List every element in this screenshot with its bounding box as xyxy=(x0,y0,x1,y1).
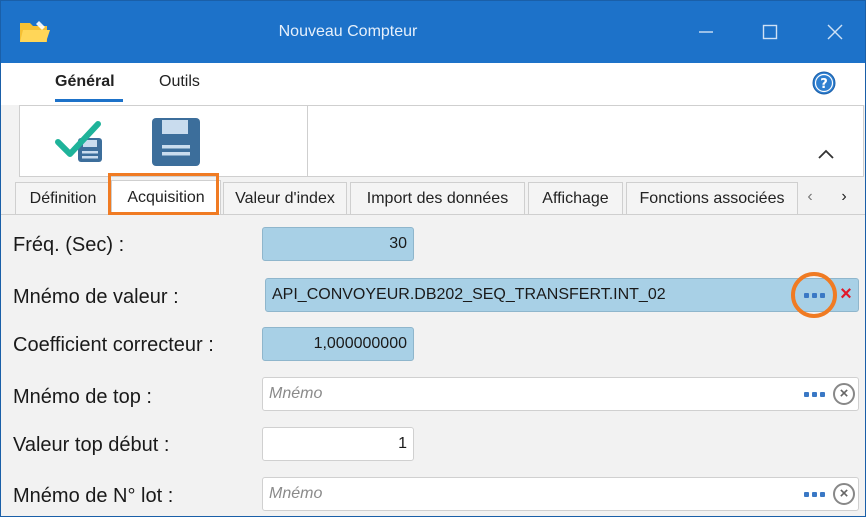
tab-definition[interactable]: Définition xyxy=(15,182,111,214)
save-button[interactable] xyxy=(146,112,206,172)
ribbon-tab-outils[interactable]: Outils xyxy=(159,73,200,91)
mnemo-top-label: Mnémo de top : xyxy=(13,386,152,408)
ribbon-separator xyxy=(307,106,308,176)
tab-affichage[interactable]: Affichage xyxy=(528,182,623,214)
freq-label: Fréq. (Sec) : xyxy=(13,234,125,256)
mnemo-valeur-input[interactable]: API_CONVOYEUR.DB202_SEQ_TRANSFERT.INT_02 xyxy=(265,278,859,312)
tab-valeur-index[interactable]: Valeur d'index xyxy=(223,182,347,214)
coefficient-label: Coefficient correcteur : xyxy=(13,334,214,356)
counter-window: Nouveau Compteur Général Outils ? Défini… xyxy=(0,0,866,517)
validate-button[interactable] xyxy=(50,112,110,172)
minimize-button[interactable] xyxy=(674,1,738,63)
ribbon-panel xyxy=(19,105,864,177)
freq-input[interactable]: 30 xyxy=(262,227,414,261)
valeur-top-input[interactable]: 1 xyxy=(262,427,414,461)
ribbon-tab-bar: Général Outils xyxy=(1,63,865,105)
mnemo-lot-input[interactable]: Mnémo xyxy=(262,477,859,511)
save-floppy-icon xyxy=(152,118,200,166)
active-tab-underline xyxy=(55,99,123,102)
acquisition-form xyxy=(1,215,865,516)
acquisition-tab-highlight xyxy=(108,173,219,215)
mnemo-lot-label: Mnémo de N° lot : xyxy=(13,485,174,507)
tab-scroll-right-icon[interactable]: › xyxy=(834,183,854,211)
maximize-icon xyxy=(762,24,778,40)
validate-check-icon xyxy=(55,121,102,162)
help-icon[interactable]: ? xyxy=(812,71,836,95)
mnemo-valeur-clear-icon[interactable]: × xyxy=(837,283,855,305)
close-icon xyxy=(827,24,843,40)
title-bar: Nouveau Compteur xyxy=(1,1,865,63)
maximize-button[interactable] xyxy=(738,1,802,63)
tab-scroll-left-icon[interactable]: ‹ xyxy=(800,183,820,211)
minimize-icon xyxy=(699,31,713,33)
mnemo-lot-browse-icon[interactable] xyxy=(801,484,827,504)
ribbon-collapse-button[interactable] xyxy=(812,142,840,166)
mnemo-lot-clear-icon[interactable]: × xyxy=(833,483,855,505)
window-title: Nouveau Compteur xyxy=(278,23,418,40)
ribbon-tab-general[interactable]: Général xyxy=(55,73,115,91)
mnemo-lot-placeholder: Mnémo xyxy=(269,485,323,502)
valeur-top-label: Valeur top début : xyxy=(13,434,170,456)
svg-text:?: ? xyxy=(820,77,828,92)
close-button[interactable] xyxy=(803,1,865,63)
mnemo-top-browse-icon[interactable] xyxy=(801,384,827,404)
mnemo-top-input[interactable]: Mnémo xyxy=(262,377,859,411)
mnemo-top-clear-icon[interactable]: × xyxy=(833,383,855,405)
chevron-up-icon xyxy=(818,149,834,159)
mnemo-top-placeholder: Mnémo xyxy=(269,385,323,402)
tab-fonctions-associees[interactable]: Fonctions associées xyxy=(626,182,798,214)
coefficient-input[interactable]: 1,000000000 xyxy=(262,327,414,361)
tab-import-donnees[interactable]: Import des données xyxy=(350,182,525,214)
mnemo-valeur-label: Mnémo de valeur : xyxy=(13,286,179,308)
browse-button-highlight xyxy=(791,272,837,318)
